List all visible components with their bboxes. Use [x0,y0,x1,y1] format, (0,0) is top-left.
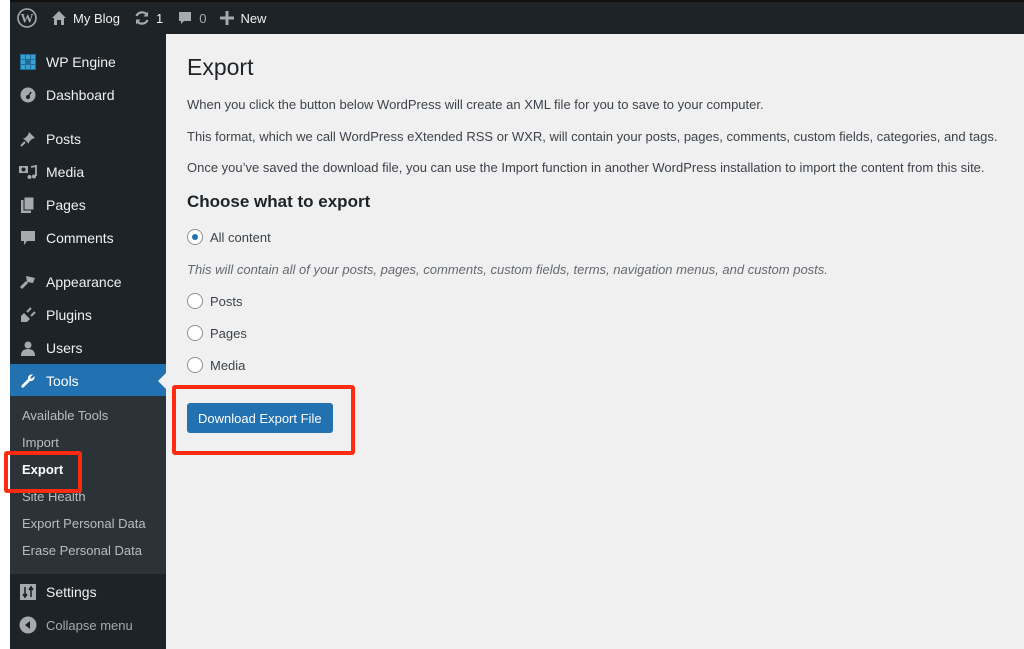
sidebar-item-dashboard[interactable]: Dashboard [10,78,166,112]
admin-sidebar: WP Engine Dashboard Posts Media Pages [10,34,166,649]
sidebar-item-pages[interactable]: Pages [10,188,166,222]
comments-menu[interactable]: 0 [170,2,213,34]
pin-icon [10,131,46,147]
sidebar-item-label: Tools [46,373,79,389]
sidebar-item-label: WP Engine [46,54,116,70]
page-title: Export [187,54,253,81]
download-export-file-button[interactable]: Download Export File [187,403,333,433]
sidebar-item-label: Comments [46,230,114,246]
new-content-menu[interactable]: New [213,2,273,34]
site-name: My Blog [73,11,120,26]
media-icon [10,164,46,180]
sidebar-item-comments[interactable]: Comments [10,221,166,255]
new-label: New [240,11,266,26]
updates-menu[interactable]: 1 [127,2,170,34]
wp-logo-menu[interactable]: W [10,2,44,34]
submenu-item-export[interactable]: Export [10,456,166,483]
sidebar-item-settings[interactable]: Settings [10,575,166,609]
option-pages[interactable]: Pages [187,325,247,341]
wordpress-logo-icon: W [17,8,37,28]
intro-paragraph: When you click the button below WordPres… [187,97,764,112]
settings-icon [10,584,46,600]
collapse-menu-button[interactable]: Collapse menu [10,608,166,642]
dashboard-icon [10,87,46,103]
sidebar-item-label: Appearance [46,274,122,290]
comments-count: 0 [199,11,206,26]
svg-text:W: W [21,11,34,26]
sidebar-item-label: Plugins [46,307,92,323]
sidebar-item-label: Settings [46,584,97,600]
comment-icon [177,10,193,26]
pages-icon [10,197,46,213]
format-paragraph: This format, which we call WordPress eXt… [187,129,997,144]
wp-engine-icon [10,54,46,70]
radio-pages[interactable] [187,325,203,341]
section-title: Choose what to export [187,192,370,212]
sidebar-item-media[interactable]: Media [10,155,166,189]
submenu-item-import[interactable]: Import [10,429,166,456]
paintbrush-icon [10,274,46,290]
plus-icon [220,11,234,25]
collapse-arrow-icon [10,616,46,634]
updates-count: 1 [156,11,163,26]
wp-admin-window: W My Blog 1 0 New [10,0,1024,649]
submenu-item-export-personal-data[interactable]: Export Personal Data [10,510,166,537]
active-indicator-arrow [158,373,166,389]
sidebar-item-wp-engine[interactable]: WP Engine [10,45,166,79]
submenu-item-site-health[interactable]: Site Health [10,483,166,510]
admin-bar: W My Blog 1 0 New [10,2,1024,34]
radio-posts[interactable] [187,293,203,309]
tools-submenu: Available Tools Import Export Site Healt… [10,396,166,574]
user-icon [10,340,46,356]
import-paragraph: Once you’ve saved the download file, you… [187,160,985,175]
home-icon [51,10,67,26]
radio-all-content[interactable] [187,229,203,245]
sidebar-item-tools[interactable]: Tools [10,364,166,398]
sidebar-item-label: Dashboard [46,87,115,103]
option-media[interactable]: Media [187,357,245,373]
comment-icon [10,230,46,246]
radio-media[interactable] [187,357,203,373]
collapse-menu-label: Collapse menu [46,618,133,633]
sidebar-item-users[interactable]: Users [10,331,166,365]
option-label: Pages [210,326,247,341]
sidebar-item-label: Posts [46,131,81,147]
option-label: Posts [210,294,243,309]
sidebar-item-label: Pages [46,197,86,213]
sidebar-item-plugins[interactable]: Plugins [10,298,166,332]
option-all-content[interactable]: All content [187,229,271,245]
option-label: Media [210,358,245,373]
refresh-icon [134,10,150,26]
option-posts[interactable]: Posts [187,293,243,309]
sidebar-item-label: Media [46,164,84,180]
sidebar-item-posts[interactable]: Posts [10,122,166,156]
all-content-description: This will contain all of your posts, pag… [187,262,828,277]
plugin-icon [10,307,46,323]
option-label: All content [210,230,271,245]
submenu-item-erase-personal-data[interactable]: Erase Personal Data [10,537,166,564]
wrench-icon [10,373,46,389]
sidebar-item-label: Users [46,340,83,356]
submenu-item-available-tools[interactable]: Available Tools [10,402,166,429]
sidebar-item-appearance[interactable]: Appearance [10,265,166,299]
site-name-menu[interactable]: My Blog [44,2,127,34]
